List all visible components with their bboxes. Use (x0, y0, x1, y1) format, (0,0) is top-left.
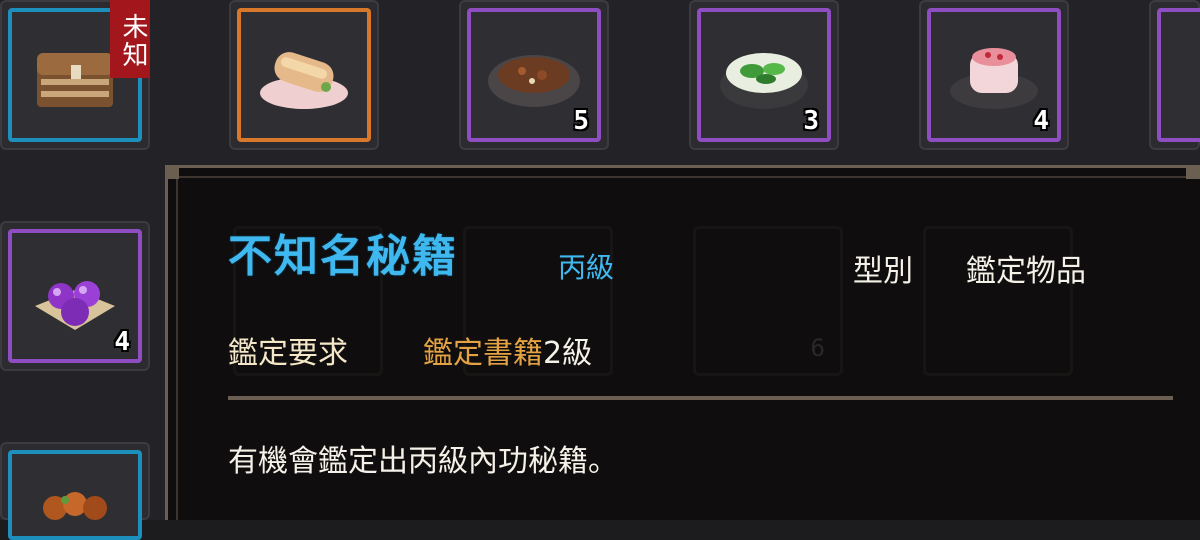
inventory-slot-braised-meat[interactable]: 5 (459, 0, 609, 150)
item-tooltip-panel: 6 不知名秘籍 丙級 型別 鑑定物品 鑑定要求 鑑定書籍2級 有機會鑑定出丙級內… (165, 165, 1200, 520)
inventory-slot-roasted-dish[interactable] (0, 442, 150, 540)
requirement-value: 鑑定書籍2級 (423, 328, 592, 372)
item-name: 不知名秘籍 (228, 231, 458, 282)
purple-fruit-plate-icon (35, 281, 115, 330)
item-grade: 丙級 (558, 251, 615, 284)
braised-meat-bowl-icon (488, 55, 580, 107)
spring-roll-icon (260, 52, 348, 109)
requirement-level: 2級 (543, 336, 593, 371)
tooltip-corner-ornament (165, 165, 179, 179)
item-type-label: 型別 (853, 254, 913, 289)
green-vegetable-bowl-icon (720, 53, 808, 109)
tooltip-divider (228, 396, 1173, 400)
inventory-slot-spring-roll[interactable] (229, 0, 379, 150)
item-type-value: 鑑定物品 (966, 254, 1086, 289)
inventory-slot-unknown-chest[interactable]: 未知 (0, 0, 150, 150)
item-count: 3 (803, 106, 819, 136)
item-count: 4 (114, 327, 130, 357)
inventory-slot-dumpling-plate[interactable]: 4 (919, 0, 1069, 150)
inventory-slot-purple-fruit[interactable]: 4 (0, 221, 150, 371)
roasted-dish-icon (43, 492, 107, 520)
requirement-skill: 鑑定書籍 (423, 336, 543, 371)
pink-dumpling-plate-icon (950, 48, 1038, 109)
unknown-badge: 未知 (110, 0, 150, 78)
inventory-slot-partial[interactable] (1149, 0, 1200, 150)
slot-frame (1157, 8, 1200, 142)
item-description: 有機會鑑定出丙級內功秘籍。 (228, 444, 618, 479)
background-slot-count: 6 (810, 334, 825, 362)
inventory-slot-vegetable-bowl[interactable]: 3 (689, 0, 839, 150)
tooltip-corner-ornament (1186, 165, 1200, 179)
item-count: 4 (1033, 106, 1049, 136)
item-count: 5 (573, 106, 589, 136)
requirement-label: 鑑定要求 (228, 336, 348, 371)
background-slot: 6 (693, 226, 843, 376)
